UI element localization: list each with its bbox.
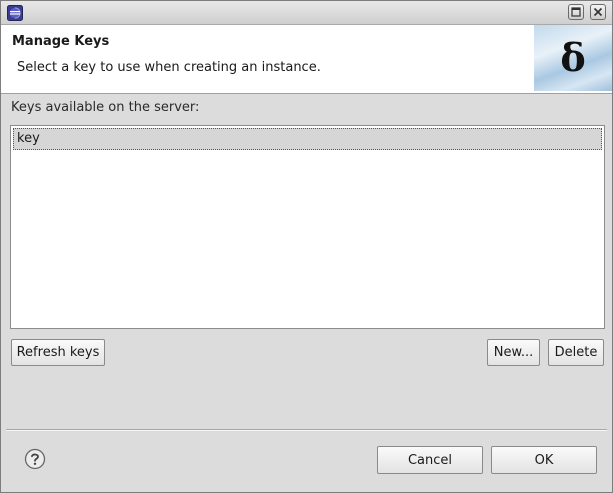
help-icon[interactable] bbox=[24, 448, 46, 470]
dialog-title: Manage Keys bbox=[12, 34, 110, 49]
manage-keys-dialog: Manage Keys Select a key to use when cre… bbox=[0, 0, 613, 493]
close-icon bbox=[593, 7, 603, 17]
maximize-icon bbox=[571, 7, 581, 17]
list-item[interactable]: key bbox=[13, 128, 602, 150]
ok-button[interactable]: OK bbox=[491, 446, 597, 474]
key-name: key bbox=[17, 131, 40, 146]
cancel-button[interactable]: Cancel bbox=[377, 446, 483, 474]
eclipse-icon bbox=[7, 5, 23, 21]
maximize-button[interactable] bbox=[568, 4, 584, 20]
refresh-keys-button[interactable]: Refresh keys bbox=[11, 339, 105, 366]
delete-key-button[interactable]: Delete bbox=[548, 339, 604, 366]
key-list[interactable]: key bbox=[10, 125, 605, 329]
deltacloud-logo: δ bbox=[534, 25, 612, 91]
close-button[interactable] bbox=[590, 4, 606, 20]
banner-glyph: δ bbox=[560, 35, 586, 80]
dialog-header: Manage Keys Select a key to use when cre… bbox=[1, 25, 612, 94]
keys-label: Keys available on the server: bbox=[11, 100, 200, 115]
new-key-button[interactable]: New... bbox=[487, 339, 540, 366]
dialog-description: Select a key to use when creating an ins… bbox=[17, 60, 321, 75]
footer-separator bbox=[6, 429, 607, 431]
title-bar bbox=[1, 1, 612, 25]
